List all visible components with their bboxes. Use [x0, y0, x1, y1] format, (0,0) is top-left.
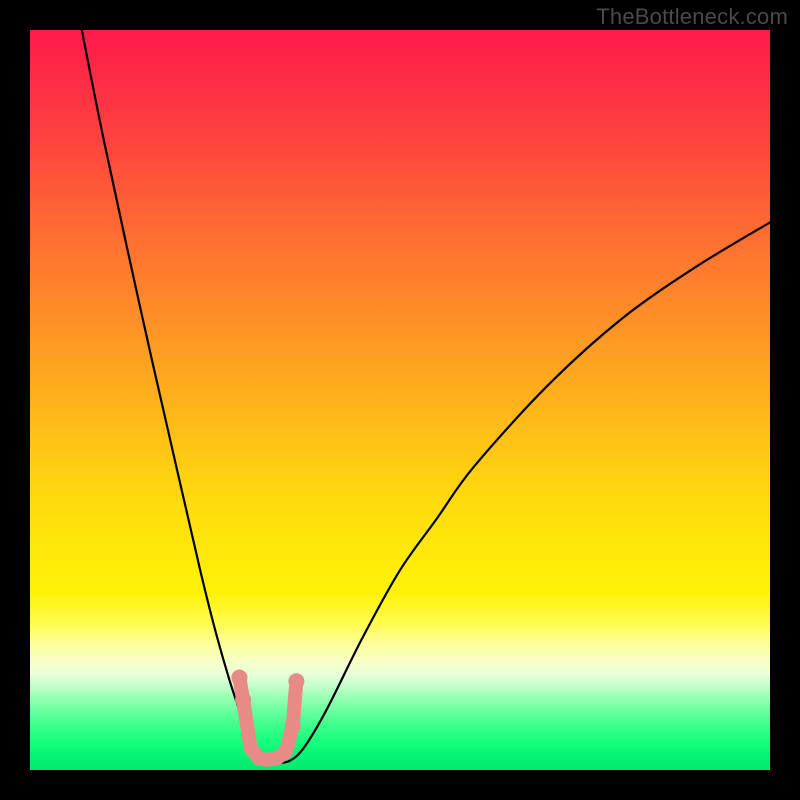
- notch-marker-path: [239, 678, 296, 760]
- notch-marker-dot: [285, 718, 301, 734]
- plot-area: [30, 30, 770, 770]
- notch-marker-dot: [235, 692, 251, 708]
- notch-marker-dot: [231, 670, 247, 686]
- bottleneck-curve: [82, 30, 770, 763]
- chart-svg: [30, 30, 770, 770]
- watermark-text: TheBottleneck.com: [596, 4, 788, 30]
- notch-markers-group: [231, 670, 304, 760]
- notch-marker-dot: [288, 673, 304, 689]
